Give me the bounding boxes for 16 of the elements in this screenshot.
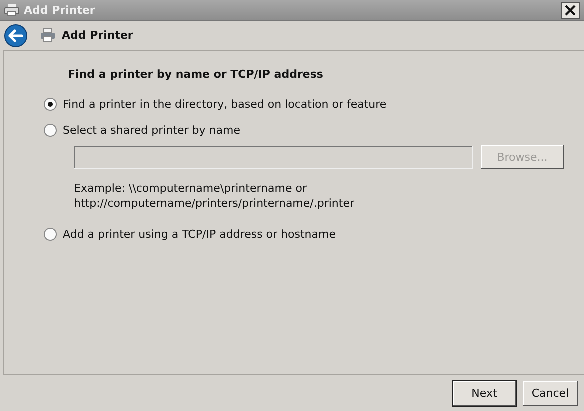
radio-label[interactable]: Select a shared printer by name: [63, 124, 240, 136]
radio-button[interactable]: [44, 98, 57, 110]
radio-button[interactable]: [44, 228, 57, 240]
radio-button[interactable]: [44, 124, 57, 136]
radio-label[interactable]: Add a printer using a TCP/IP address or hostname: [63, 228, 336, 240]
printer-icon: [4, 3, 20, 17]
section-heading: Find a printer by name or TCP/IP address: [68, 68, 324, 81]
example-text: Example: \\computername\printername or http://computername/printers/printername/.printer: [74, 181, 356, 211]
window-title: Add Printer: [24, 4, 96, 16]
cancel-button[interactable]: Cancel: [523, 380, 578, 406]
wizard-title: Add Printer: [62, 29, 134, 42]
radio-label[interactable]: Find a printer in the directory, based on location or feature: [63, 98, 387, 110]
printer-icon: [40, 28, 56, 43]
back-icon[interactable]: [4, 24, 28, 48]
next-button[interactable]: Next: [453, 380, 516, 406]
close-icon[interactable]: [561, 2, 580, 18]
